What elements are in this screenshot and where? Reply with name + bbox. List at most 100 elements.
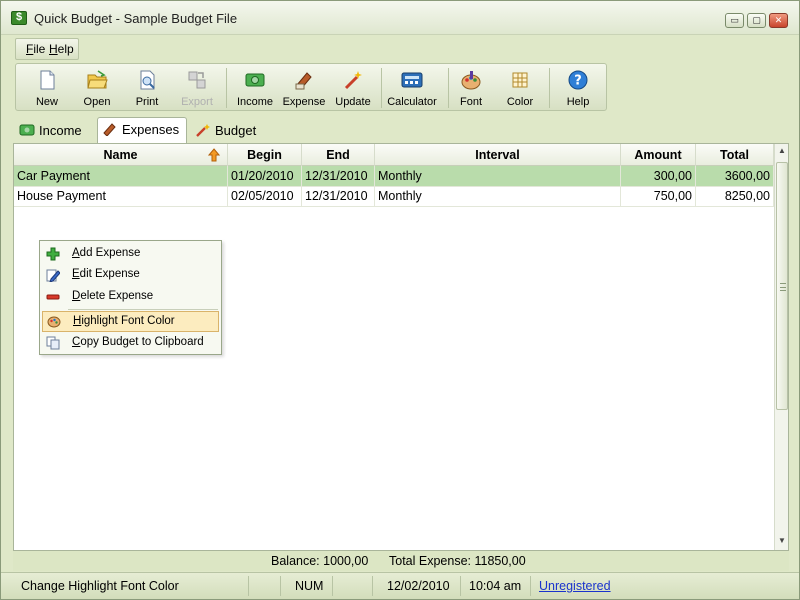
cell-interval: Monthly (375, 166, 621, 186)
font-button[interactable]: Font (456, 66, 486, 110)
column-header-begin[interactable]: Begin (228, 144, 302, 166)
export-button[interactable]: Export (178, 66, 216, 110)
print-preview-icon (140, 70, 155, 90)
help-button[interactable]: ? Help (563, 66, 593, 110)
cell-total: 8250,00 (696, 186, 774, 206)
scroll-down-arrow-icon[interactable]: ▼ (777, 536, 787, 546)
cell-total: 3600,00 (696, 166, 774, 186)
cell-name: Car Payment (14, 166, 228, 186)
context-copy-budget-label: Copy Budget to Clipboard (72, 336, 204, 348)
close-button[interactable]: ✕ (769, 13, 788, 28)
title-bar[interactable]: Quick Budget - Sample Budget File ▭ ▢ ✕ (1, 1, 799, 35)
table-row[interactable]: House Payment 02/05/2010 12/31/2010 Mont… (14, 186, 774, 206)
svg-text:?: ? (574, 74, 582, 89)
summary-bar: Balance: 1000,00 Total Expense: 11850,00 (13, 551, 789, 571)
context-highlight-font-color[interactable]: Highlight Font Color (42, 311, 219, 332)
cell-end: 12/31/2010 (302, 186, 375, 206)
open-folder-icon (87, 70, 108, 89)
cell-end: 12/31/2010 (302, 166, 375, 186)
export-icon (188, 71, 206, 89)
tab-expenses[interactable]: Expenses (97, 117, 187, 143)
status-date: 12/02/2010 (373, 576, 461, 596)
magic-wand-icon (344, 71, 362, 90)
plus-icon (46, 247, 60, 261)
status-time: 10:04 am (461, 576, 531, 596)
column-header-total[interactable]: Total (696, 144, 774, 166)
open-button[interactable]: Open (78, 66, 116, 110)
income-button[interactable]: Income (234, 66, 276, 110)
income-label: Income (236, 96, 274, 108)
total-expense-value: Total Expense: 11850,00 (389, 554, 526, 568)
color-label: Color (506, 96, 534, 108)
status-message: Change Highlight Font Color (13, 576, 249, 596)
toolbar-separator (226, 68, 227, 108)
cell-name: House Payment (14, 186, 228, 206)
column-header-end[interactable]: End (302, 144, 375, 166)
toolbar: New Open Print Export Income Expense Upd… (15, 63, 607, 111)
maximize-button[interactable]: ▢ (747, 13, 766, 28)
calculator-icon (401, 72, 423, 88)
open-label: Open (83, 96, 111, 108)
status-registration: Unregistered (531, 576, 621, 596)
context-menu: Add Expense Edit Expense Delete Expense … (39, 240, 222, 355)
new-document-icon (40, 70, 55, 90)
minimize-button[interactable]: ▭ (725, 13, 744, 28)
expense-icon (103, 123, 116, 136)
copy-icon (46, 336, 60, 350)
status-empty-panel (333, 576, 373, 596)
grip-icon (780, 283, 786, 291)
status-empty-panel (249, 576, 281, 596)
font-palette-icon (461, 71, 481, 90)
context-highlight-font-color-label: Highlight Font Color (73, 315, 175, 327)
font-label: Font (459, 96, 482, 108)
toolbar-separator (381, 68, 382, 108)
print-label: Print (135, 96, 159, 108)
toolbar-separator (448, 68, 449, 108)
color-grid-icon (512, 72, 528, 88)
menu-help[interactable]: Help (49, 42, 74, 56)
tab-budget-label: Budget (215, 123, 257, 138)
context-add-expense[interactable]: Add Expense (42, 244, 219, 264)
help-question-icon: ? (568, 70, 588, 90)
context-edit-expense[interactable]: Edit Expense (42, 265, 219, 285)
expense-button[interactable]: Expense (282, 66, 326, 110)
sort-ascending-icon[interactable] (208, 148, 220, 162)
minus-icon (46, 294, 60, 300)
status-num-lock: NUM (281, 576, 333, 596)
cell-begin: 01/20/2010 (228, 166, 302, 186)
print-button[interactable]: Print (129, 66, 165, 110)
scroll-up-arrow-icon[interactable]: ▲ (777, 146, 787, 156)
unregistered-link[interactable]: Unregistered (539, 579, 611, 593)
tab-income-label: Income (39, 123, 82, 138)
context-delete-expense[interactable]: Delete Expense (42, 287, 219, 307)
context-edit-expense-label: Edit Expense (72, 268, 140, 280)
menu-file[interactable]: File (26, 42, 45, 56)
app-money-icon (11, 11, 27, 25)
column-header-name[interactable]: Name (14, 144, 228, 166)
calculator-button[interactable]: Calculator (386, 66, 438, 110)
expense-icon (295, 72, 312, 90)
scroll-thumb[interactable] (776, 162, 788, 410)
table-header: Name Begin End Interval Amount Total (14, 144, 774, 166)
context-delete-expense-label: Delete Expense (72, 290, 154, 302)
cell-interval: Monthly (375, 186, 621, 206)
money-icon (19, 124, 35, 136)
update-label: Update (335, 96, 371, 108)
context-copy-budget[interactable]: Copy Budget to Clipboard (42, 333, 219, 353)
vertical-scrollbar[interactable]: ▲ ▼ (774, 144, 788, 550)
help-label: Help (566, 96, 590, 108)
column-header-interval[interactable]: Interval (375, 144, 621, 166)
column-header-amount[interactable]: Amount (621, 144, 696, 166)
table-row[interactable]: Car Payment 01/20/2010 12/31/2010 Monthl… (14, 166, 774, 186)
tab-budget[interactable]: Budget (191, 119, 271, 143)
calculator-label: Calculator (387, 96, 437, 108)
toolbar-separator (549, 68, 550, 108)
expense-label: Expense (282, 96, 326, 108)
balance-value: Balance: 1000,00 (271, 554, 369, 568)
new-button[interactable]: New (30, 66, 64, 110)
status-bar: Change Highlight Font Color NUM 12/02/20… (1, 572, 799, 599)
tab-income[interactable]: Income (15, 119, 95, 143)
update-button[interactable]: Update (332, 66, 374, 110)
color-button[interactable]: Color (504, 66, 536, 110)
cell-amount: 300,00 (621, 166, 696, 186)
